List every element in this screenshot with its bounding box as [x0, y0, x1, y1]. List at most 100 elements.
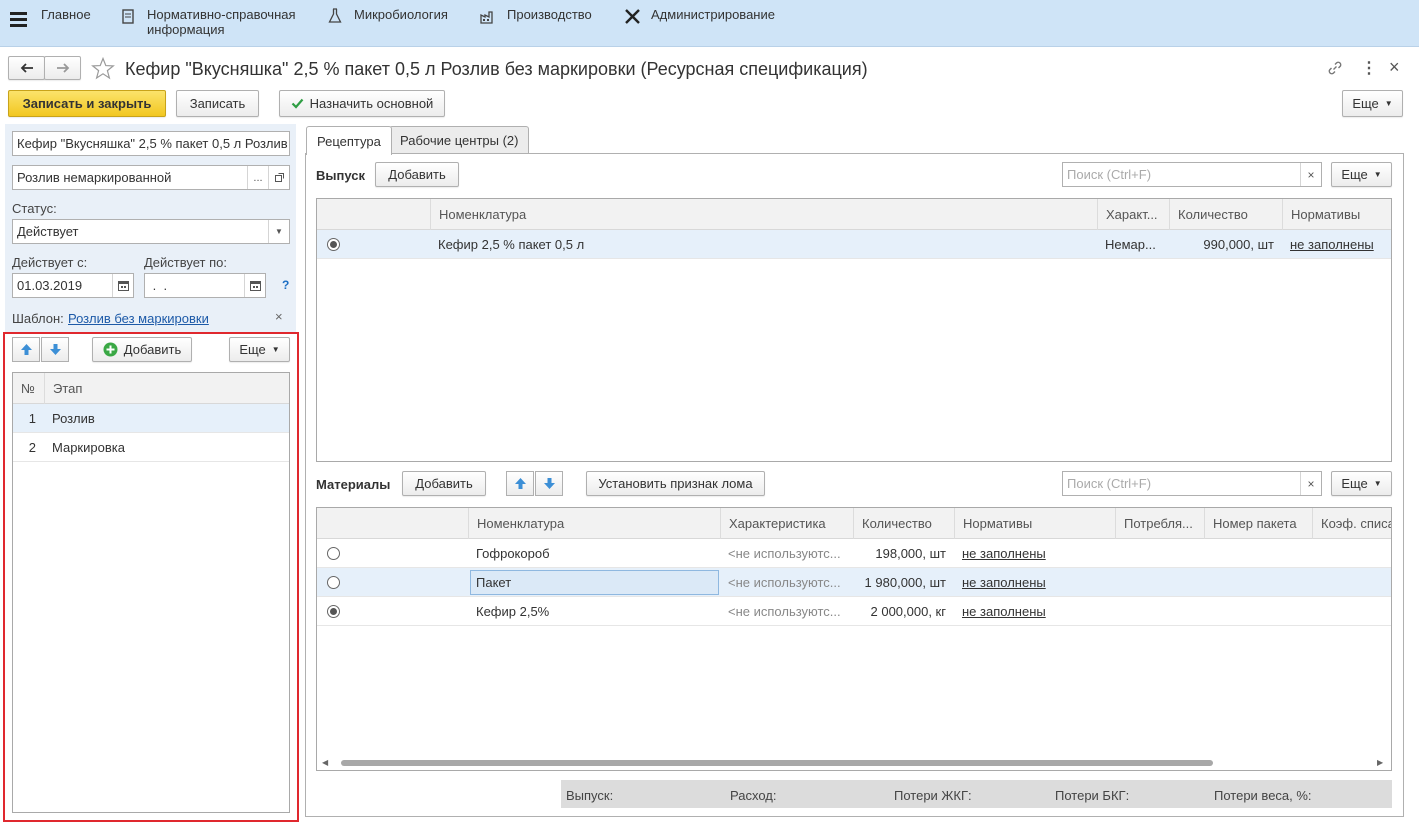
column-header-item[interactable]: Номенклатура	[468, 508, 720, 539]
set-scrap-button[interactable]: Установить признак лома	[586, 471, 765, 496]
arrow-right-icon	[56, 63, 69, 73]
dropdown-arrow-icon: ▼	[1373, 479, 1382, 488]
loss-bkg-label: Потери БКГ:	[1055, 788, 1130, 803]
more-actions-icon[interactable]: ⋮	[1361, 58, 1377, 78]
clear-search-icon[interactable]: ×	[1300, 163, 1321, 186]
select-ellipsis-button[interactable]: ...	[247, 166, 268, 189]
horizontal-scrollbar[interactable]: ◀ ▶	[317, 757, 1391, 770]
output-add-button[interactable]: Добавить	[375, 162, 459, 187]
scroll-right-arrow[interactable]: ▶	[1377, 758, 1383, 767]
column-header-quantity[interactable]: Количество	[853, 508, 954, 539]
arrow-down-icon	[543, 478, 555, 489]
main-item-radio[interactable]	[327, 576, 340, 589]
status-select[interactable]: Действует ▼	[12, 219, 290, 244]
stages-more-button[interactable]: Еще ▼	[229, 337, 290, 362]
column-header-item[interactable]: Номенклатура	[430, 199, 1097, 230]
menu-production[interactable]: Производство	[479, 7, 592, 25]
menu-reference-info[interactable]: Нормативно-справочная информация	[119, 7, 307, 37]
column-header-number[interactable]: №	[13, 373, 44, 404]
material-norms-link[interactable]: не заполнены	[954, 597, 1115, 626]
main-item-radio[interactable]	[327, 238, 340, 251]
table-row[interactable]: 2 Маркировка	[13, 433, 289, 462]
open-icon[interactable]	[268, 166, 289, 189]
save-button[interactable]: Записать	[176, 90, 259, 117]
column-header-consumed[interactable]: Потребля...	[1115, 508, 1204, 539]
material-item: Кефир 2,5%	[476, 604, 550, 619]
material-item[interactable]: Пакет	[468, 568, 720, 597]
menu-administration[interactable]: Администрирование	[623, 7, 775, 25]
materials-more-label: Еще	[1341, 476, 1368, 491]
menu-main[interactable]: Главное	[41, 7, 91, 22]
menu-main-label: Главное	[41, 7, 91, 22]
materials-table[interactable]: Номенклатура Характеристика Количество Н…	[316, 507, 1392, 771]
dropdown-arrow-icon: ▼	[1384, 99, 1393, 108]
hamburger-icon[interactable]	[10, 12, 27, 27]
help-icon[interactable]: ?	[282, 278, 289, 292]
materials-move-down-button[interactable]	[535, 471, 563, 496]
output-table[interactable]: Номенклатура Характ... Количество Нормат…	[316, 198, 1392, 462]
column-header-write-off-coef[interactable]: Коэф. списа	[1312, 508, 1391, 539]
valid-from-field[interactable]: 01.03.2019	[12, 273, 134, 298]
table-row[interactable]: 1 Розлив	[13, 404, 289, 433]
table-row[interactable]: Гофрокороб <не используютс... 198,000, ш…	[317, 539, 1391, 568]
main-item-radio[interactable]	[327, 547, 340, 560]
column-header-stage[interactable]: Этап	[44, 373, 289, 404]
tab-recipe[interactable]: Рецептура	[306, 126, 392, 155]
main-item-radio[interactable]	[327, 605, 340, 618]
material-norms-link[interactable]: не заполнены	[954, 539, 1115, 568]
stage-number: 1	[28, 411, 36, 426]
output-norms-link[interactable]: не заполнены	[1282, 230, 1391, 259]
table-row[interactable]: Кефир 2,5 % пакет 0,5 л Немар... 990,000…	[317, 230, 1391, 259]
output-more-button[interactable]: Еще ▼	[1331, 162, 1392, 187]
material-quantity: 198,000, шт	[875, 546, 946, 561]
calendar-icon[interactable]	[244, 274, 265, 297]
column-header-characteristic[interactable]: Характ...	[1097, 199, 1169, 230]
stages-table[interactable]: № Этап 1 Розлив 2 Маркировка	[12, 372, 290, 813]
add-stage-button[interactable]: Добавить	[92, 337, 192, 362]
close-icon[interactable]: ×	[1389, 57, 1400, 78]
tab-work-centers[interactable]: Рабочие центры (2)	[389, 126, 530, 154]
back-button[interactable]	[8, 56, 45, 80]
materials-search-input[interactable]: Поиск (Ctrl+F) ×	[1062, 471, 1322, 496]
save-and-close-button[interactable]: Записать и закрыть	[8, 90, 166, 117]
dropdown-arrow-icon[interactable]: ▼	[268, 220, 289, 243]
favorite-star-icon[interactable]	[91, 56, 115, 83]
tools-icon	[623, 7, 641, 25]
column-header-norms[interactable]: Нормативы	[954, 508, 1115, 539]
move-up-button[interactable]	[12, 337, 40, 362]
materials-search-placeholder: Поиск (Ctrl+F)	[1067, 476, 1152, 491]
scrollbar-thumb[interactable]	[341, 760, 1213, 766]
calendar-icon[interactable]	[112, 274, 133, 297]
material-item: Гофрокороб	[476, 546, 550, 561]
stages-more-label: Еще	[239, 342, 266, 357]
material-norms-link[interactable]: не заполнены	[954, 568, 1115, 597]
table-row[interactable]: Пакет <не используютс... 1 980,000, шт н…	[317, 568, 1391, 597]
process-field[interactable]: Розлив немаркированной ...	[12, 165, 290, 190]
scroll-left-arrow[interactable]: ◀	[322, 758, 328, 767]
materials-more-button[interactable]: Еще ▼	[1331, 471, 1392, 496]
name-field[interactable]: Кефир "Вкусняшка" 2,5 % пакет 0,5 л Розл…	[12, 131, 290, 156]
move-down-button[interactable]	[41, 337, 69, 362]
template-link[interactable]: Розлив без маркировки	[68, 311, 209, 326]
more-button[interactable]: Еще ▼	[1342, 90, 1403, 117]
column-header-package-number[interactable]: Номер пакета	[1204, 508, 1312, 539]
column-header-quantity[interactable]: Количество	[1169, 199, 1282, 230]
column-header-norms[interactable]: Нормативы	[1282, 199, 1391, 230]
set-main-button[interactable]: Назначить основной	[279, 90, 445, 117]
menu-microbiology-label: Микробиология	[354, 7, 448, 22]
add-stage-label: Добавить	[123, 342, 182, 357]
clear-search-icon[interactable]: ×	[1300, 472, 1321, 495]
valid-to-label: Действует по:	[144, 255, 227, 270]
factory-icon	[479, 7, 497, 25]
valid-to-field[interactable]: . .	[144, 273, 266, 298]
menu-microbiology[interactable]: Микробиология	[326, 7, 448, 25]
clear-template-icon[interactable]: ×	[275, 309, 283, 324]
output-quantity: 990,000, шт	[1203, 237, 1274, 252]
output-search-input[interactable]: Поиск (Ctrl+F) ×	[1062, 162, 1322, 187]
table-row[interactable]: Кефир 2,5% <не используютс... 2 000,000,…	[317, 597, 1391, 626]
materials-add-button[interactable]: Добавить	[402, 471, 486, 496]
link-icon[interactable]	[1327, 60, 1343, 79]
materials-move-up-button[interactable]	[506, 471, 534, 496]
column-header-characteristic[interactable]: Характеристика	[720, 508, 853, 539]
forward-button[interactable]	[44, 56, 81, 80]
